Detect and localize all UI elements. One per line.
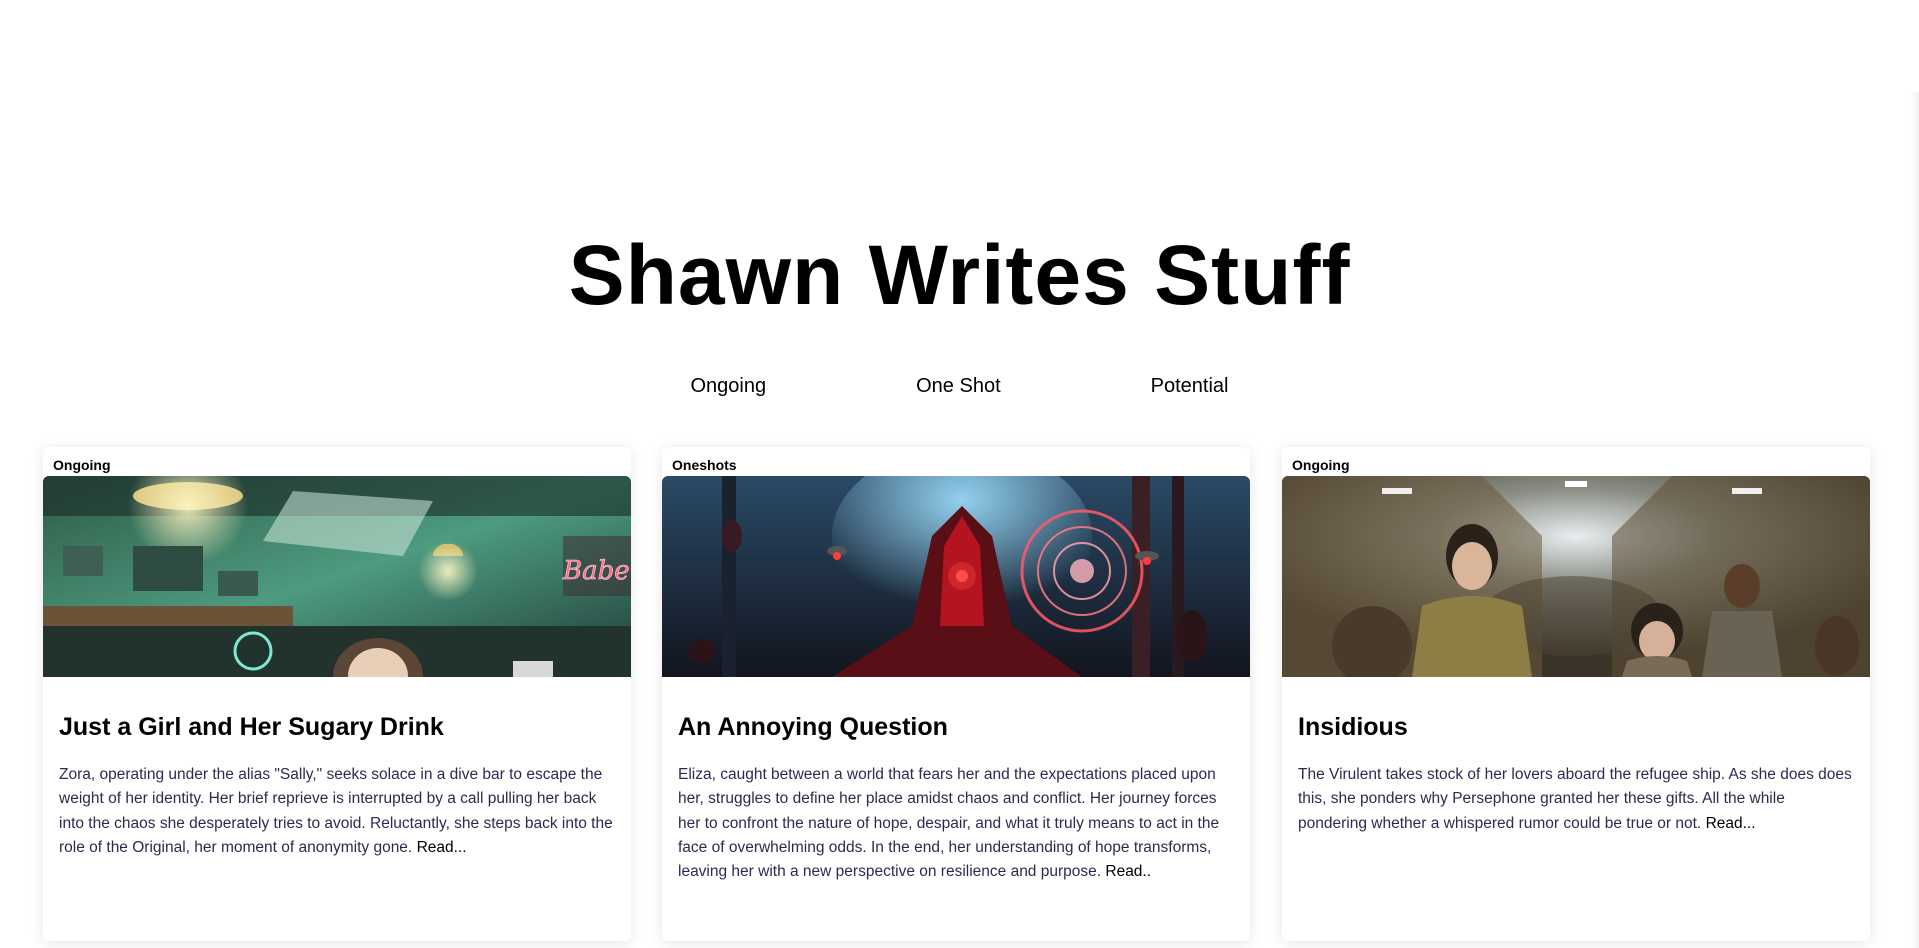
card-category-tag: Ongoing xyxy=(1292,457,1350,473)
card-summary: Zora, operating under the alias "Sally,"… xyxy=(59,763,619,860)
nav-ongoing[interactable]: Ongoing xyxy=(691,372,767,400)
card-cover-image[interactable] xyxy=(662,476,1250,677)
card-category-tag: Oneshots xyxy=(672,457,737,473)
story-card-insidious[interactable]: Ongoing Insidious The Virulent takes sto… xyxy=(1282,447,1870,941)
card-title[interactable]: Just a Girl and Her Sugary Drink xyxy=(59,712,444,742)
read-more-link[interactable]: Read... xyxy=(1706,815,1756,832)
card-summary-text: Zora, operating under the alias "Sally,"… xyxy=(59,766,613,856)
card-summary: The Virulent takes stock of her lovers a… xyxy=(1298,763,1858,836)
story-card-sugary-drink[interactable]: Ongoing Babe Just a Girl and Her Sugary … xyxy=(43,447,631,941)
card-title[interactable]: Insidious xyxy=(1298,712,1408,742)
nav-potential[interactable]: Potential xyxy=(1151,372,1229,400)
read-more-link[interactable]: Read... xyxy=(417,839,467,856)
site-title: Shawn Writes Stuff xyxy=(568,228,1351,322)
card-title[interactable]: An Annoying Question xyxy=(678,712,948,742)
card-summary: Eliza, caught between a world that fears… xyxy=(678,763,1238,884)
card-cover-image[interactable]: Babe xyxy=(43,476,631,677)
card-summary-text: The Virulent takes stock of her lovers a… xyxy=(1298,766,1852,832)
card-cover-image[interactable] xyxy=(1282,476,1870,677)
nav-one-shot[interactable]: One Shot xyxy=(916,372,1001,400)
read-more-link[interactable]: Read.. xyxy=(1105,863,1151,880)
story-card-annoying-question[interactable]: Oneshots An Annoying Question Eliza, cau… xyxy=(662,447,1250,941)
page-edge-shadow xyxy=(1911,92,1919,948)
dive-bar-image: Babe xyxy=(43,476,631,677)
card-category-tag: Ongoing xyxy=(53,457,111,473)
neon-sign-text: Babe xyxy=(562,556,630,586)
main-nav: Ongoing One Shot Potential xyxy=(0,372,1919,400)
refugee-ship-image xyxy=(1282,476,1870,677)
battle-figure-image xyxy=(662,476,1250,677)
